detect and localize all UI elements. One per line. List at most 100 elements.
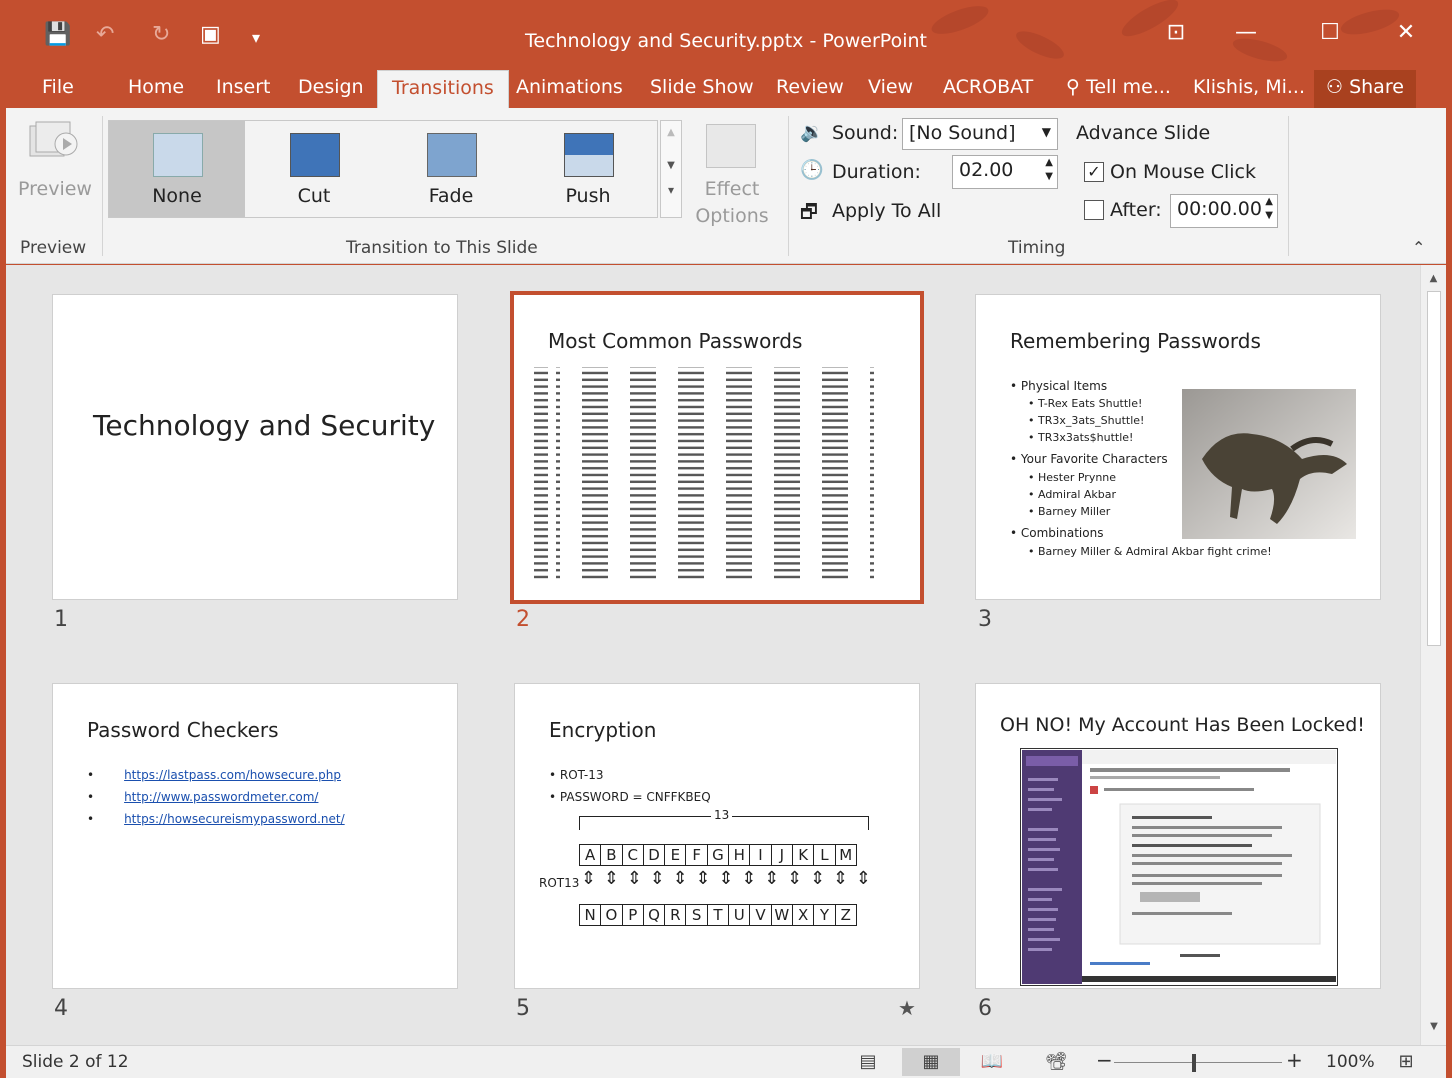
account-name[interactable]: Klishis, Mi... xyxy=(1193,76,1305,98)
group-separator xyxy=(1288,116,1289,256)
share-button[interactable]: ⚇ Share xyxy=(1314,70,1416,108)
slide-sorter-view-icon[interactable]: ▦ xyxy=(902,1048,960,1076)
slide-title: Encryption xyxy=(549,718,657,742)
slide-number: 5 xyxy=(516,996,530,1021)
duration-spinner[interactable]: 02.00 ▲ ▼ xyxy=(952,155,1058,189)
effect-options-icon xyxy=(706,124,756,168)
share-label: Share xyxy=(1349,76,1404,98)
after-time-spinner[interactable]: 00:00.00 ▲ ▼ xyxy=(1170,194,1278,228)
scroll-down-icon[interactable]: ▼ xyxy=(1421,1021,1447,1032)
tab-home[interactable]: Home xyxy=(128,76,184,98)
alphabet-letter-box: C xyxy=(621,844,644,866)
gallery-scrollbar[interactable]: ▲ ▼ ▾ xyxy=(660,120,682,218)
tab-view[interactable]: View xyxy=(868,76,913,98)
tab-animations[interactable]: Animations xyxy=(516,76,623,98)
on-mouse-click-checkbox[interactable]: ✓ xyxy=(1084,162,1104,182)
alphabet-letter-box: U xyxy=(728,904,751,926)
tell-me-box[interactable]: ⚲ Tell me... xyxy=(1066,76,1171,98)
password-checker-link[interactable]: https://howsecureismypassword.net/ xyxy=(124,812,345,826)
spinner-arrows-icon[interactable]: ▲ ▼ xyxy=(1265,195,1273,223)
zoom-slider-thumb[interactable] xyxy=(1192,1054,1196,1072)
slide-thumbnail-3[interactable]: Remembering Passwords • Physical Items •… xyxy=(975,294,1381,600)
password-checker-link[interactable]: https://lastpass.com/howsecure.php xyxy=(124,768,341,782)
slide-bullet: • TR3x3ats$huttle! xyxy=(1028,431,1134,444)
normal-view-icon[interactable]: ▤ xyxy=(848,1051,888,1072)
tab-transitions[interactable]: Transitions xyxy=(377,70,509,108)
alphabet-letter-box: F xyxy=(685,844,708,866)
minimize-icon[interactable]: — xyxy=(1226,20,1266,45)
reading-view-icon[interactable]: 📖 xyxy=(972,1051,1012,1072)
ribbon: Preview Preview None Cut Fade Push ▲ ▼ ▾… xyxy=(6,108,1446,264)
slide-bullet: • https://lastpass.com/howsecure.php xyxy=(87,768,342,782)
scroll-up-icon[interactable]: ▲ xyxy=(1421,273,1446,284)
gallery-down-icon[interactable]: ▼ xyxy=(661,160,681,171)
spinner-arrows-icon[interactable]: ▲ ▼ xyxy=(1045,156,1053,184)
zoom-slider-track[interactable] xyxy=(1114,1062,1282,1063)
tab-review[interactable]: Review xyxy=(776,76,844,98)
alphabet-letter-box: K xyxy=(791,844,815,866)
slide-thumbnail-4[interactable]: Password Checkers • https://lastpass.com/… xyxy=(52,683,458,989)
zoom-level[interactable]: 100% xyxy=(1326,1052,1375,1072)
preview-group-label: Preview xyxy=(20,238,87,258)
title-bar: 💾 ↶ ↻ ▣ ▾ Technology and Security.pptx -… xyxy=(0,0,1452,70)
after-time-value: 00:00.00 xyxy=(1177,198,1262,220)
slide-thumbnail-5[interactable]: Encryption • ROT-13 • PASSWORD = CNFFKBE… xyxy=(514,683,920,989)
slide-number: 2 xyxy=(516,607,530,632)
maximize-icon[interactable]: ☐ xyxy=(1310,20,1350,45)
sorter-scrollbar[interactable]: ▲ ▼ xyxy=(1420,265,1446,1045)
ribbon-display-options-icon[interactable]: ⊡ xyxy=(1156,20,1196,45)
ribbon-tabs: File Home Insert Design Transitions Anim… xyxy=(0,70,1452,108)
push-thumb-icon xyxy=(564,133,614,177)
transition-push[interactable]: Push xyxy=(520,121,656,217)
on-mouse-click-label: On Mouse Click xyxy=(1110,161,1256,183)
powerpoint-window: 💾 ↶ ↻ ▣ ▾ Technology and Security.pptx -… xyxy=(0,0,1452,1078)
alphabet-letter-box: V xyxy=(749,904,772,926)
alphabet-letter-box: I xyxy=(749,844,772,866)
alphabet-letter-box: A xyxy=(579,844,602,866)
sound-dropdown[interactable]: [No Sound] ▼ xyxy=(902,118,1058,150)
slide-title: OH NO! My Account Has Been Locked! xyxy=(1000,714,1365,736)
slide-thumbnail-1[interactable]: Technology and Security xyxy=(52,294,458,600)
tab-file[interactable]: File xyxy=(42,76,74,98)
transition-fade[interactable]: Fade xyxy=(383,121,519,217)
alphabet-letter-box: N xyxy=(579,904,602,926)
slide-bullet: • TR3x_3ats_Shuttle! xyxy=(1028,414,1145,427)
tab-slide-show[interactable]: Slide Show xyxy=(650,76,754,98)
transition-none[interactable]: None xyxy=(109,121,245,217)
gallery-up-icon[interactable]: ▲ xyxy=(661,127,681,138)
apply-to-all-button[interactable]: Apply To All xyxy=(832,200,941,222)
alphabet-letter-box: X xyxy=(791,904,815,926)
animation-star-icon[interactable]: ★ xyxy=(898,996,916,1020)
tab-acrobat[interactable]: ACROBAT xyxy=(943,76,1033,98)
tab-insert[interactable]: Insert xyxy=(216,76,271,98)
slide-thumbnail-6[interactable]: OH NO! My Account Has Been Locked! xyxy=(975,683,1381,989)
slide-number: 3 xyxy=(978,607,992,632)
slide-bullet: • T-Rex Eats Shuttle! xyxy=(1028,397,1143,410)
gallery-more-icon[interactable]: ▾ xyxy=(661,183,681,197)
transition-cut[interactable]: Cut xyxy=(246,121,382,217)
collapse-ribbon-icon[interactable]: ⌃ xyxy=(1412,238,1425,257)
effect-options-button[interactable]: Effect Options xyxy=(694,120,769,230)
close-icon[interactable]: ✕ xyxy=(1386,20,1426,45)
after-checkbox[interactable] xyxy=(1084,200,1104,220)
tab-design[interactable]: Design xyxy=(298,76,364,98)
slide-show-view-icon[interactable]: 📽 xyxy=(1036,1051,1076,1072)
alphabet-letter-box: G xyxy=(706,844,730,866)
password-checker-link[interactable]: http://www.passwordmeter.com/ xyxy=(124,790,318,804)
scroll-thumb[interactable] xyxy=(1427,291,1441,646)
alphabet-letter-box: Y xyxy=(813,904,836,926)
zoom-out-icon[interactable]: − xyxy=(1096,1048,1113,1072)
zoom-in-icon[interactable]: + xyxy=(1286,1048,1303,1072)
slide-bullet: • http://www.passwordmeter.com/ xyxy=(87,790,319,804)
fit-to-window-icon[interactable]: ⊞ xyxy=(1386,1051,1426,1072)
slide-thumbnail-2[interactable]: Most Common Passwords xyxy=(510,291,924,604)
slide-title: Technology and Security xyxy=(93,409,436,442)
transition-gallery: None Cut Fade Push xyxy=(108,120,658,218)
alphabet-letter-box: B xyxy=(600,844,623,866)
alphabet-letter-box: D xyxy=(642,844,666,866)
preview-button[interactable]: Preview xyxy=(18,118,92,214)
alphabet-letter-box: J xyxy=(770,844,793,866)
effect-options-label: Effect Options xyxy=(695,178,769,227)
sound-value: [No Sound] xyxy=(909,122,1016,144)
transition-none-label: None xyxy=(152,185,202,207)
